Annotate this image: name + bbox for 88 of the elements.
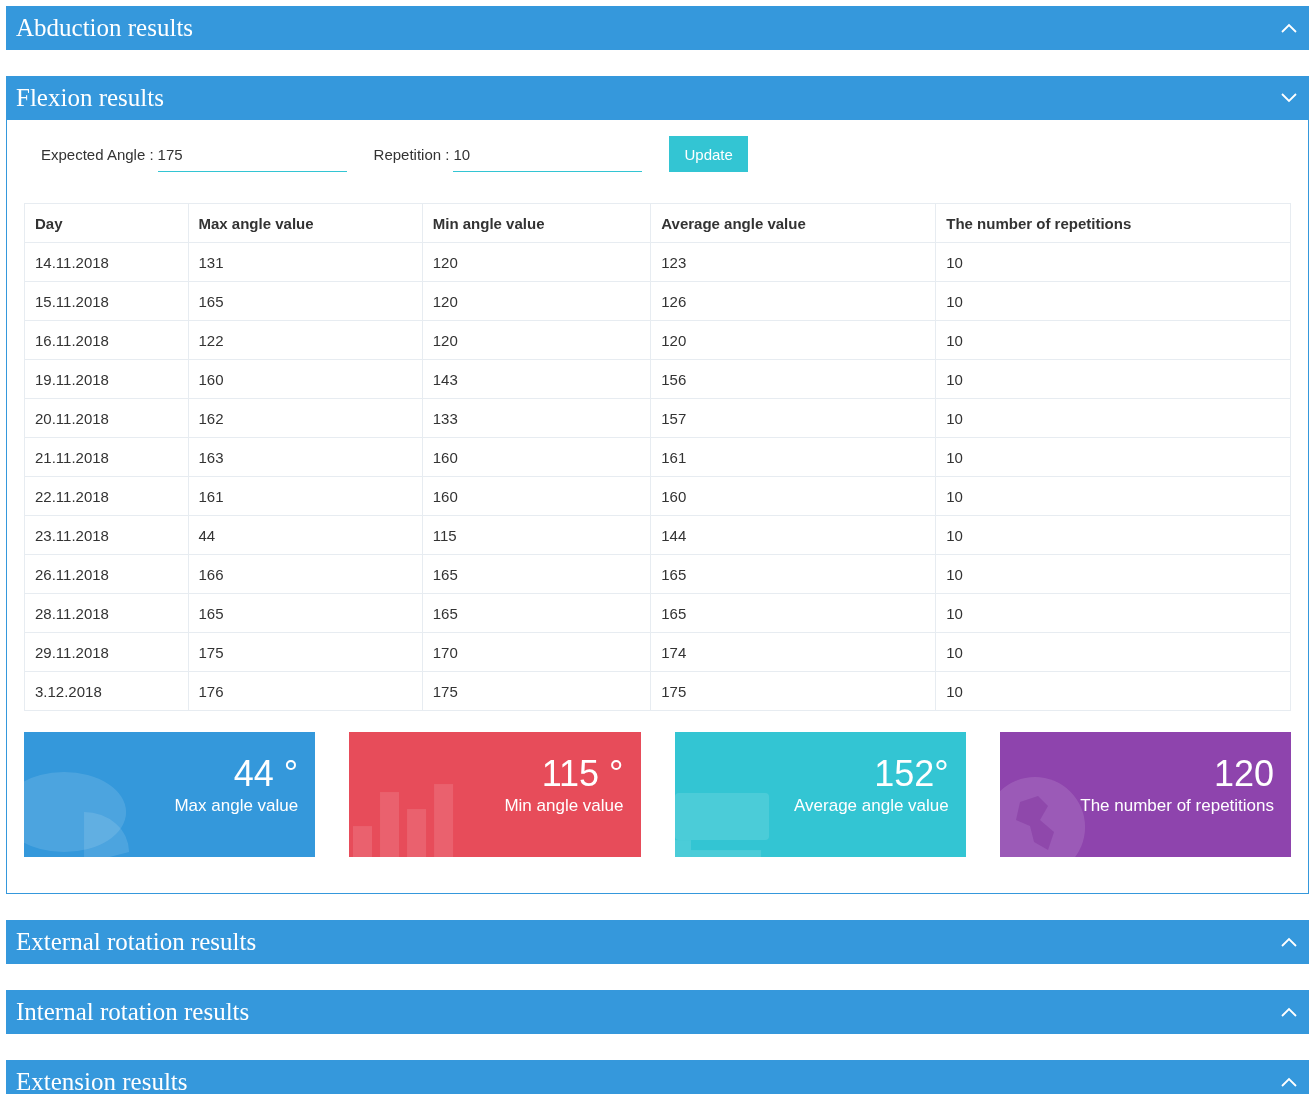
table-cell: 15.11.2018 [24,281,188,321]
table-cell: 10 [935,554,1291,594]
table-cell: 10 [935,281,1291,321]
table-cell: 120 [422,281,651,321]
stat-value: 115 ° [541,756,624,792]
table-cell: 23.11.2018 [24,515,188,555]
table-cell: 20.11.2018 [24,398,188,438]
table-cell: 174 [650,632,936,672]
stat-label: Min angle value [504,796,624,816]
table-cell: 156 [650,359,936,399]
table-cell: 165 [422,593,651,633]
field-label: Repetition : [373,146,450,165]
stat-value: 44 ° [233,756,299,792]
table-cell: 10 [935,593,1291,633]
table-cell: 175 [188,632,423,672]
table-cell: 10 [935,398,1291,438]
table-cell: 165 [188,281,423,321]
table-cell: 14.11.2018 [24,242,188,282]
panel-header[interactable]: Abduction results [6,6,1309,50]
column-header: Average angle value [650,203,936,243]
table-cell: 157 [650,398,936,438]
stat-value: 152° [874,756,949,792]
table-cell: 10 [935,515,1291,555]
stat-label: Average angle value [794,796,949,816]
bar-chart-icon [353,784,454,857]
table-cell: 165 [650,593,936,633]
stat-label: The number of repetitions [1080,796,1274,816]
table-cell: 165 [422,554,651,594]
table-cell: 143 [422,359,651,399]
table-cell: 10 [935,476,1291,516]
chevron-up-icon [1281,23,1297,33]
table-cell: 16.11.2018 [24,320,188,360]
table-cell: 126 [650,281,936,321]
table-cell: 175 [422,671,651,711]
table-cell: 10 [935,242,1291,282]
field-label: Expected Angle : [41,146,154,165]
table-cell: 21.11.2018 [24,437,188,477]
table-cell: 120 [650,320,936,360]
table-cell: 22.11.2018 [24,476,188,516]
table-cell: 10 [935,437,1291,477]
table-cell: 160 [422,437,651,477]
column-header: Min angle value [422,203,651,243]
column-header: Max angle value [188,203,423,243]
chevron-up-icon [1281,1077,1297,1087]
column-header: The number of repetitions [935,203,1291,243]
panel-header[interactable]: Flexion results [6,76,1309,120]
table-cell: 166 [188,554,423,594]
table-cell: 122 [188,320,423,360]
panel-header[interactable]: Extension results [6,1060,1309,1094]
table-cell: 10 [935,632,1291,672]
panel-header[interactable]: Internal rotation results [6,990,1309,1034]
chevron-down-icon [1281,93,1297,103]
update-button[interactable]: Update [669,136,748,172]
table-cell: 175 [650,671,936,711]
table-cell: 28.11.2018 [24,593,188,633]
table-cell: 123 [650,242,936,282]
table-cell: 165 [650,554,936,594]
table-cell: 165 [188,593,423,633]
table-cell: 131 [188,242,423,282]
stat-label: Max angle value [174,796,299,816]
table-cell: 10 [935,671,1291,711]
chevron-up-icon [1281,1007,1297,1017]
table-cell: 161 [650,437,936,477]
column-header: Day [24,203,188,243]
table-cell: 144 [650,515,936,555]
table-cell: 26.11.2018 [24,554,188,594]
table-cell: 160 [422,476,651,516]
table-cell: 160 [650,476,936,516]
table-cell: 120 [422,242,651,282]
panel-header[interactable]: External rotation results [6,920,1309,964]
table-cell: 115 [422,515,651,555]
table-cell: 162 [188,398,423,438]
table-cell: 160 [188,359,423,399]
table-cell: 19.11.2018 [24,359,188,399]
table-cell: 161 [188,476,423,516]
table-cell: 10 [935,359,1291,399]
table-cell: 176 [188,671,423,711]
table-cell: 10 [935,320,1291,360]
table-cell: 3.12.2018 [24,671,188,711]
table-cell: 170 [422,632,651,672]
table-cell: 29.11.2018 [24,632,188,672]
table-cell: 133 [422,398,651,438]
stat-value: 120 [1213,756,1274,792]
table-cell: 44 [188,515,423,555]
chevron-up-icon [1281,937,1297,947]
table-cell: 120 [422,320,651,360]
table-cell: 163 [188,437,423,477]
monitor-icon [674,793,769,857]
